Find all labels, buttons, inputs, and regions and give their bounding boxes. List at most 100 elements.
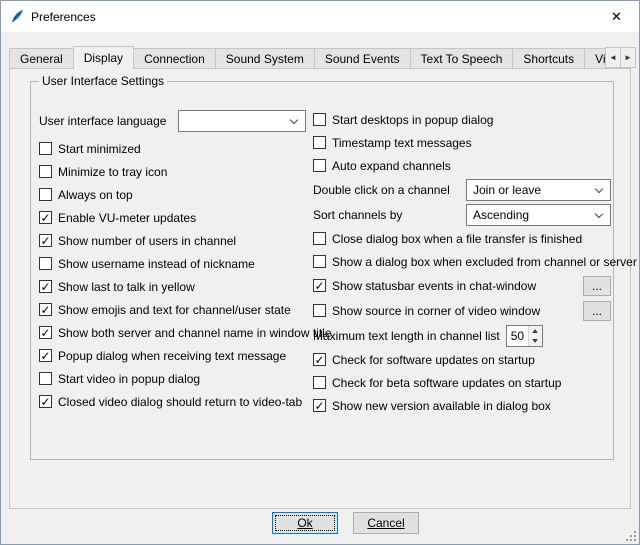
tab-shortcuts[interactable]: Shortcuts xyxy=(512,48,585,69)
checkbox-always-on-top[interactable]: Always on top xyxy=(39,183,307,206)
checkbox-label: Always on top xyxy=(58,188,133,202)
tab-text-to-speech[interactable]: Text To Speech xyxy=(410,48,514,69)
checkbox-video-source-corner[interactable]: Show source in corner of video window xyxy=(313,304,540,318)
checkbox-label: Close dialog box when a file transfer is… xyxy=(332,232,582,246)
tab-general[interactable]: General xyxy=(9,48,74,69)
checkbox-box xyxy=(39,349,52,362)
checkbox-check-updates[interactable]: Check for software updates on startup xyxy=(313,348,611,371)
checkbox-label: Timestamp text messages xyxy=(332,136,472,150)
checkbox-minimize-to-tray[interactable]: Minimize to tray icon xyxy=(39,160,307,183)
resize-grip[interactable] xyxy=(624,529,637,542)
sort-channels-row: Sort channels by Ascending xyxy=(313,202,611,227)
language-select[interactable] xyxy=(178,110,306,132)
statusbar-events-more-button[interactable]: ... xyxy=(583,276,611,296)
checkbox-new-version-dialog[interactable]: Show new version available in dialog box xyxy=(313,394,611,417)
left-column: User interface language Start minimized … xyxy=(39,108,307,413)
checkbox-label: Enable VU-meter updates xyxy=(58,211,196,225)
checkbox-show-username[interactable]: Show username instead of nickname xyxy=(39,252,307,275)
chevron-down-icon xyxy=(290,115,298,123)
checkbox-label: Check for software updates on startup xyxy=(332,353,535,367)
checkbox-box xyxy=(313,353,326,366)
ui-settings-group: User Interface Settings User interface l… xyxy=(30,74,614,460)
ok-button[interactable]: Ok xyxy=(272,512,338,534)
right-column: Start desktops in popup dialog Timestamp… xyxy=(313,108,611,417)
tab-sound-events[interactable]: Sound Events xyxy=(314,48,411,69)
spinner-up-icon[interactable] xyxy=(529,326,542,336)
checkbox-box xyxy=(39,142,52,155)
checkbox-timestamp-messages[interactable]: Timestamp text messages xyxy=(313,131,611,154)
checkbox-box xyxy=(39,188,52,201)
checkbox-show-emojis[interactable]: Show emojis and text for channel/user st… xyxy=(39,298,307,321)
checkbox-box xyxy=(39,372,52,385)
checkbox-video-return-tab[interactable]: Closed video dialog should return to vid… xyxy=(39,390,307,413)
checkbox-label: Show username instead of nickname xyxy=(58,257,255,271)
checkbox-popup-text-message[interactable]: Popup dialog when receiving text message xyxy=(39,344,307,367)
cancel-button[interactable]: Cancel xyxy=(353,512,419,534)
checkbox-box xyxy=(39,165,52,178)
checkbox-box xyxy=(313,255,326,268)
checkbox-label: Start minimized xyxy=(58,142,141,156)
close-button[interactable]: ✕ xyxy=(594,1,639,32)
checkbox-box xyxy=(39,257,52,270)
checkbox-label: Closed video dialog should return to vid… xyxy=(58,395,302,409)
checkbox-check-beta-updates[interactable]: Check for beta software updates on start… xyxy=(313,371,611,394)
tab-scroll-left-icon[interactable]: ◄ xyxy=(605,47,621,68)
checkbox-box xyxy=(313,113,326,126)
checkbox-vu-meter[interactable]: Enable VU-meter updates xyxy=(39,206,307,229)
checkbox-label: Start video in popup dialog xyxy=(58,372,200,386)
app-icon xyxy=(9,9,25,25)
checkbox-label: Auto expand channels xyxy=(332,159,451,173)
title-bar[interactable]: Preferences ✕ xyxy=(1,1,639,32)
checkbox-box xyxy=(313,304,326,317)
spinner-down-icon[interactable] xyxy=(529,336,542,346)
double-click-value: Join or leave xyxy=(473,183,541,197)
max-text-length-row: Maximum text length in channel list 50 xyxy=(313,323,611,348)
checkbox-desktops-popup[interactable]: Start desktops in popup dialog xyxy=(313,108,611,131)
checkbox-label: Show new version available in dialog box xyxy=(332,399,551,413)
checkbox-label: Show number of users in channel xyxy=(58,234,236,248)
language-row: User interface language xyxy=(39,108,307,133)
checkbox-box xyxy=(39,234,52,247)
chevron-down-icon xyxy=(595,184,603,192)
checkbox-label: Show last to talk in yellow xyxy=(58,280,195,294)
checkbox-box xyxy=(313,232,326,245)
tab-connection[interactable]: Connection xyxy=(133,48,216,69)
checkbox-box xyxy=(39,280,52,293)
spinner-arrows xyxy=(528,326,542,346)
group-title: User Interface Settings xyxy=(39,74,167,88)
tab-sound-system[interactable]: Sound System xyxy=(215,48,315,69)
preferences-dialog: Preferences ✕ General Display Connection… xyxy=(0,0,640,545)
tab-pane-display: User Interface Settings User interface l… xyxy=(9,68,631,509)
checkbox-box xyxy=(39,303,52,316)
checkbox-auto-expand[interactable]: Auto expand channels xyxy=(313,154,611,177)
checkbox-box xyxy=(313,136,326,149)
double-click-select[interactable]: Join or leave xyxy=(466,179,611,201)
checkbox-last-to-talk[interactable]: Show last to talk in yellow xyxy=(39,275,307,298)
sort-channels-label: Sort channels by xyxy=(313,208,402,222)
double-click-row: Double click on a channel Join or leave xyxy=(313,177,611,202)
checkbox-statusbar-events[interactable]: Show statusbar events in chat-window xyxy=(313,279,536,293)
tab-display[interactable]: Display xyxy=(73,46,134,69)
max-text-length-spinner[interactable]: 50 xyxy=(506,325,543,347)
checkbox-box xyxy=(313,279,326,292)
checkbox-box xyxy=(39,326,52,339)
checkbox-label: Show a dialog box when excluded from cha… xyxy=(332,255,637,269)
checkbox-show-user-count[interactable]: Show number of users in channel xyxy=(39,229,307,252)
checkbox-box xyxy=(313,376,326,389)
tab-bar: General Display Connection Sound System … xyxy=(9,46,631,69)
video-source-row: Show source in corner of video window ..… xyxy=(313,298,611,323)
checkbox-close-on-transfer[interactable]: Close dialog box when a file transfer is… xyxy=(313,227,611,250)
statusbar-events-row: Show statusbar events in chat-window ... xyxy=(313,273,611,298)
tab-scroll-right-icon[interactable]: ► xyxy=(620,47,636,68)
checkbox-video-popup[interactable]: Start video in popup dialog xyxy=(39,367,307,390)
checkbox-box xyxy=(39,211,52,224)
checkbox-box xyxy=(313,159,326,172)
checkbox-start-minimized[interactable]: Start minimized xyxy=(39,137,307,160)
window-title: Preferences xyxy=(31,10,96,24)
video-source-more-button[interactable]: ... xyxy=(583,301,611,321)
sort-channels-select[interactable]: Ascending xyxy=(466,204,611,226)
checkbox-label: Show source in corner of video window xyxy=(332,304,540,318)
checkbox-server-channel-title[interactable]: Show both server and channel name in win… xyxy=(39,321,307,344)
checkbox-excluded-dialog[interactable]: Show a dialog box when excluded from cha… xyxy=(313,250,611,273)
dialog-buttons: Ok Cancel xyxy=(272,512,419,534)
